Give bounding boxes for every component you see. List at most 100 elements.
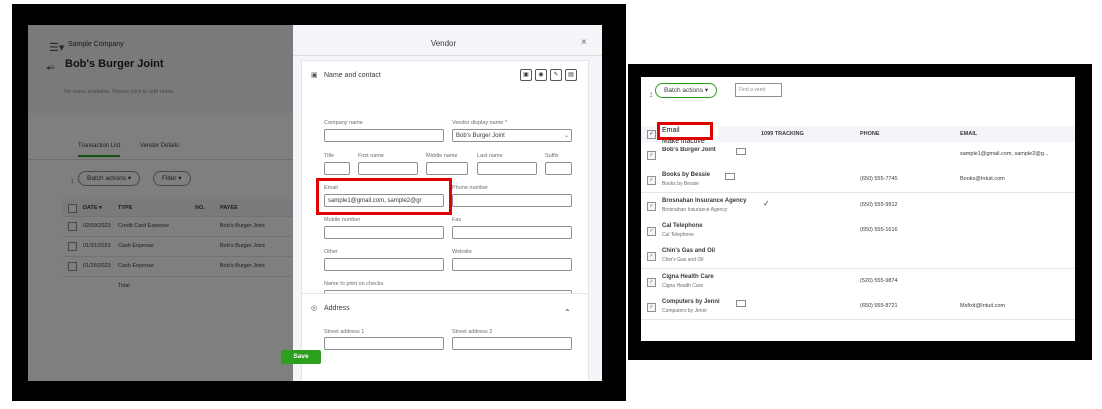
street2-input[interactable] — [452, 337, 572, 350]
address-title: Address — [324, 305, 350, 312]
vendor-phone: (520) 555-9874 — [860, 277, 898, 284]
envelope-icon[interactable] — [735, 299, 746, 307]
location-icon[interactable]: ◉ — [535, 69, 547, 81]
vendor-company: Cigna Health Care — [662, 282, 704, 289]
email-highlight — [316, 178, 452, 215]
vendor-name[interactable]: Cal Telephone — [662, 223, 703, 229]
col-email[interactable]: EMAIL — [960, 131, 977, 137]
person-icon: ▣ — [311, 72, 318, 79]
vendor-name[interactable]: Computers by Jenni — [662, 299, 720, 305]
divider — [293, 55, 602, 56]
vendor-company: Books by Bessie — [662, 181, 699, 188]
street2-label: Street address 2 — [452, 329, 493, 335]
row-checkbox[interactable]: ✓ — [647, 176, 656, 186]
vendor-page-background: ☰▾ Sample Company ◂≡ Bob's Burger Joint … — [28, 25, 293, 381]
select-all-checkbox[interactable]: ✓ — [647, 130, 656, 139]
display-name-select[interactable]: Bob's Burger Joint ⌄ — [452, 129, 572, 142]
envelope-icon[interactable] — [735, 148, 746, 155]
vendor-company: Computers by Jenni — [662, 307, 707, 314]
other-input[interactable] — [324, 258, 444, 271]
vendor-phone: (650) 555-7745 — [860, 176, 898, 183]
drawer-title: Vendor — [430, 39, 457, 48]
toolbar-icons: ▣ ◉ ✎ ▤ — [520, 63, 580, 81]
middle-name-input[interactable] — [426, 162, 468, 175]
fax-input[interactable] — [452, 226, 572, 239]
vendor-name[interactable]: Chin's Gas and Oil — [662, 248, 715, 254]
vendor-company: Chin's Gas and Oil — [662, 257, 704, 264]
edit-icon[interactable]: ✎ — [550, 69, 562, 81]
middle-name-label: Middle name — [426, 153, 458, 159]
vendor-name[interactable]: Books by Bessie — [662, 172, 710, 178]
website-input[interactable] — [452, 258, 572, 271]
vendor-phone: (650) 555-8721 — [860, 302, 898, 309]
row-checkbox[interactable]: ✓ — [647, 151, 656, 160]
vendor-row[interactable]: ✓ Cal Telephone Cal Telephone (650) 555-161… — [641, 217, 1075, 244]
vendor-phone: (650) 555-9912 — [860, 201, 898, 208]
display-name-label: Vendor display name * — [452, 120, 508, 126]
vendor-phone: (650) 555-1616 — [860, 226, 898, 233]
suffix-input[interactable] — [545, 162, 572, 175]
chevron-down-icon: ⌄ — [563, 133, 569, 139]
vendor-email: Books@Intuit.com — [960, 176, 1005, 183]
vendor-name[interactable]: Bob's Burger Joint — [662, 147, 716, 153]
website-label: Website — [452, 249, 472, 255]
last-name-label: Last name — [477, 153, 503, 159]
title-label: Title — [324, 153, 335, 159]
1099-check-icon: ✓ — [763, 198, 770, 208]
display-name-value: Bob's Burger Joint — [456, 133, 505, 139]
chevron-up-icon[interactable]: ⌃ — [564, 308, 571, 317]
row-checkbox[interactable]: ✓ — [647, 302, 656, 312]
other-label: Other — [324, 249, 338, 255]
vendor-email: Msfixit@Intuit.com — [960, 302, 1006, 309]
location-pin-icon: ◎ — [311, 305, 318, 312]
col-phone[interactable]: PHONE — [860, 131, 880, 137]
street1-input[interactable] — [324, 337, 444, 350]
list-toolbar: ↕ Batch actions ▾ Find a vend — [641, 77, 1075, 107]
last-name-input[interactable] — [477, 162, 537, 175]
vendor-company: Cal Telephone — [662, 231, 694, 238]
name-contact-section: ▣ ◉ ✎ ▤ ▣ Name and contact Company name Ven… — [301, 60, 589, 317]
mobile-label: Mobile number — [324, 217, 361, 223]
mobile-input[interactable] — [324, 226, 444, 239]
first-name-label: First name — [358, 153, 384, 159]
company-name-label: Company name — [324, 120, 363, 126]
street1-label: Street address 1 — [324, 329, 365, 335]
envelope-icon[interactable] — [725, 173, 735, 181]
checks-name-label: Name to print on checks — [324, 281, 384, 287]
row-checkbox[interactable]: ✓ — [647, 226, 656, 236]
sort-icon[interactable]: ↕ — [649, 90, 653, 99]
vendor-list-screenshot: ↕ Batch actions ▾ Find a vend ✓ 1099 TRA… — [641, 77, 1075, 341]
document-icon[interactable]: ▤ — [565, 69, 577, 81]
vendor-row[interactable]: ✓ Brosnahan Insurance Agency Brosnahan Ins… — [641, 192, 1075, 219]
vendor-name[interactable]: Brosnahan Insurance Agency — [662, 198, 746, 204]
row-checkbox[interactable]: ✓ — [647, 201, 656, 211]
row-checkbox[interactable]: ✓ — [647, 252, 656, 262]
first-name-input[interactable] — [358, 162, 418, 175]
col-1099-tracking[interactable]: 1099 TRACKING — [761, 131, 804, 137]
save-button[interactable]: Save — [281, 350, 321, 364]
vendor-name[interactable]: Cigna Health Care — [662, 274, 714, 280]
phone-input[interactable] — [452, 194, 572, 207]
find-vendor-input[interactable]: Find a vend — [735, 83, 782, 97]
modal-overlay[interactable] — [28, 25, 293, 381]
vendor-edit-screenshot: ☰▾ Sample Company ◂≡ Bob's Burger Joint … — [28, 25, 602, 381]
vendor-email: sample1@gmail.com, sample2@g... — [960, 151, 1049, 157]
vendor-row[interactable]: ✓ Computers by Jenni Computers by Jenni (65… — [641, 293, 1075, 320]
contact-card-icon[interactable]: ▣ — [520, 69, 532, 81]
phone-label: Phone number — [452, 185, 489, 191]
title-input[interactable] — [324, 162, 350, 175]
vendor-drawer: Vendor × ▣ ◉ ✎ ▤ ▣ Name and contact Company… — [293, 25, 602, 381]
vendor-company: Brosnahan Insurance Agency — [662, 206, 728, 213]
vendor-row[interactable]: ✓ Chin's Gas and Oil Chin's Gas and Oil — [641, 243, 1075, 270]
section-title: Name and contact — [324, 72, 381, 79]
address-section: ◎ Address ⌃ Street address 1 Street addr… — [301, 293, 589, 381]
row-checkbox[interactable]: ✓ — [647, 277, 656, 287]
fax-label: Fax — [452, 217, 462, 223]
close-icon[interactable]: × — [581, 37, 587, 48]
batch-actions-button[interactable]: Batch actions ▾ — [655, 83, 718, 98]
vendor-row[interactable]: ✓ Books by Bessie Books by Bessie (650) 555… — [641, 167, 1075, 194]
email-menu-highlight — [657, 122, 713, 140]
vendor-row[interactable]: ✓ Cigna Health Care Cigna Health Care (520)… — [641, 268, 1075, 295]
company-name-input[interactable] — [324, 129, 444, 142]
suffix-label: Suffix — [545, 153, 559, 159]
